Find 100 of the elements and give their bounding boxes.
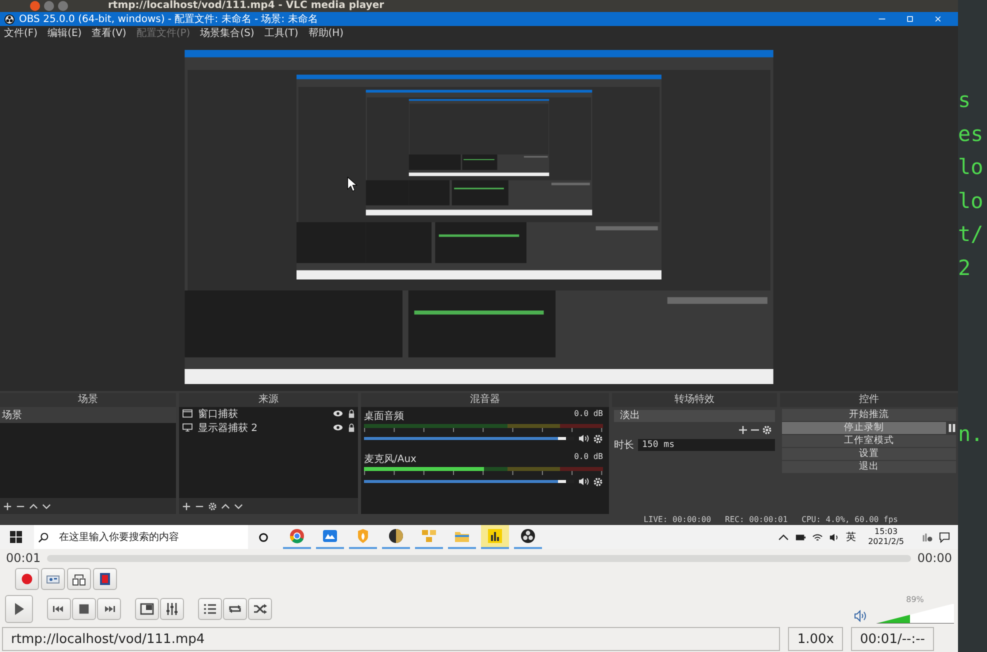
menu-item[interactable]: 帮助(H) bbox=[308, 26, 344, 40]
loop-button[interactable] bbox=[223, 598, 247, 620]
list-icon bbox=[203, 602, 217, 616]
menu-item[interactable]: 编辑(E) bbox=[48, 26, 82, 40]
obs-logo-icon bbox=[520, 528, 536, 544]
source-item[interactable]: 窗口捕获 bbox=[198, 406, 328, 421]
window-icon bbox=[182, 409, 193, 418]
control-button[interactable]: 停止录制 bbox=[782, 422, 946, 434]
add-icon[interactable] bbox=[3, 502, 12, 511]
settings-icon[interactable] bbox=[593, 434, 603, 444]
search-icon bbox=[38, 532, 49, 542]
down-icon[interactable] bbox=[234, 502, 243, 511]
control-button[interactable]: 开始推流 bbox=[782, 408, 956, 421]
volume-icon[interactable] bbox=[854, 610, 868, 622]
settings-icon[interactable] bbox=[593, 476, 603, 487]
control-button[interactable]: 工作室模式 bbox=[782, 434, 956, 447]
fullscreen-button[interactable] bbox=[135, 598, 159, 620]
frame-step-button[interactable] bbox=[93, 568, 117, 590]
shuffle-button[interactable] bbox=[248, 598, 272, 620]
dock-title: 场景 bbox=[0, 392, 176, 407]
media-url: rtmp://localhost/vod/111.mp4 bbox=[2, 627, 780, 651]
channel-name: 麦克风/Aux bbox=[364, 452, 416, 466]
clock-time[interactable]: 15:03 bbox=[874, 527, 898, 537]
playback-speed[interactable]: 1.00x bbox=[788, 627, 843, 651]
elapsed-time: 00:01 bbox=[6, 551, 41, 565]
ab-loop-button[interactable] bbox=[67, 568, 91, 590]
sliders-icon bbox=[165, 602, 179, 616]
menu-item[interactable]: 查看(V) bbox=[92, 26, 126, 40]
obs-window-title: OBS 25.0.0 (64-bit, windows) - 配置文件: 未命名 - 场景: 未命名 bbox=[19, 12, 319, 26]
playback-time: 00:01/--:-- bbox=[851, 627, 934, 651]
source-item[interactable]: 显示器捕获 2 bbox=[198, 420, 328, 435]
network-icon[interactable] bbox=[812, 532, 824, 542]
close-icon[interactable] bbox=[934, 15, 942, 23]
fullscreen-icon bbox=[140, 602, 154, 616]
settings-icon[interactable] bbox=[762, 424, 772, 435]
menu-item[interactable]: 工具(T) bbox=[264, 26, 298, 40]
shield-icon bbox=[355, 528, 371, 544]
stop-icon bbox=[77, 602, 91, 616]
channel-reading: 0.0 dB bbox=[574, 452, 603, 463]
meter-app-icon[interactable] bbox=[922, 532, 933, 542]
duration-label: 时长 bbox=[614, 438, 634, 452]
channel-name: 桌面音频 bbox=[364, 410, 404, 423]
terminal-line: n. bbox=[958, 422, 984, 446]
terminal-line: lo bbox=[958, 154, 984, 181]
control-button[interactable]: 退出 bbox=[782, 460, 956, 473]
half-circle-icon bbox=[388, 528, 404, 544]
search-input[interactable]: 在这里输入你要搜索的内容 bbox=[57, 530, 241, 544]
add-icon[interactable] bbox=[182, 502, 191, 511]
play-button[interactable] bbox=[5, 595, 33, 623]
loop-icon bbox=[228, 602, 242, 616]
eye-icon[interactable] bbox=[333, 410, 343, 418]
next-button[interactable] bbox=[97, 598, 121, 620]
settings-icon[interactable] bbox=[208, 502, 217, 511]
search-field[interactable]: 在这里输入你要搜索的内容 bbox=[34, 525, 248, 549]
lock-icon[interactable] bbox=[348, 409, 355, 418]
minimize-dot-icon[interactable] bbox=[44, 1, 54, 11]
record-icon bbox=[20, 572, 34, 586]
terminal-line: 2 bbox=[958, 254, 972, 282]
status-text: CPU: 4.0%, 60.00 fps bbox=[802, 515, 898, 524]
monitor-icon bbox=[182, 423, 193, 432]
dock-title: 转场特效 bbox=[612, 392, 777, 407]
speaker-icon[interactable] bbox=[578, 477, 589, 486]
lock-icon[interactable] bbox=[348, 423, 355, 432]
terminal-line: t/ bbox=[958, 221, 984, 248]
control-button[interactable]: 设置 bbox=[782, 448, 956, 460]
down-icon[interactable] bbox=[42, 502, 51, 511]
bar-chart-icon bbox=[487, 528, 503, 544]
film-frame-icon bbox=[98, 572, 112, 586]
dock-title: 混音器 bbox=[361, 392, 609, 407]
dock-title: 来源 bbox=[179, 392, 358, 407]
scene-item[interactable]: 场景 bbox=[0, 406, 176, 423]
up-icon[interactable] bbox=[29, 502, 38, 511]
close-dot-icon[interactable] bbox=[30, 1, 40, 11]
cortana-icon[interactable] bbox=[258, 532, 269, 542]
record-button[interactable] bbox=[15, 568, 39, 590]
obs-logo-icon bbox=[4, 14, 15, 24]
transition-select[interactable]: 淡出 bbox=[614, 410, 775, 422]
previous-button[interactable] bbox=[47, 598, 71, 620]
maximize-icon[interactable] bbox=[906, 15, 914, 23]
notification-icon[interactable] bbox=[939, 532, 950, 542]
terminal-line: es bbox=[958, 120, 984, 148]
windows-icon[interactable] bbox=[10, 531, 22, 543]
playlist-button[interactable] bbox=[198, 598, 222, 620]
pause-icon[interactable] bbox=[948, 422, 956, 433]
up-icon[interactable] bbox=[221, 502, 230, 511]
taskbar-app[interactable] bbox=[481, 525, 509, 549]
menu-item[interactable]: 文件(F) bbox=[4, 26, 38, 40]
equalizer-button[interactable] bbox=[160, 598, 184, 620]
speaker-icon[interactable] bbox=[578, 434, 589, 444]
maximize-dot-icon[interactable] bbox=[58, 1, 68, 11]
speaker-icon[interactable] bbox=[829, 532, 840, 542]
add-icon[interactable] bbox=[738, 424, 748, 435]
ab-loop-icon bbox=[72, 572, 86, 586]
eye-icon[interactable] bbox=[333, 424, 343, 432]
menu-item[interactable]: 场景集合(S) bbox=[200, 26, 254, 40]
duration-field[interactable]: 150 ms bbox=[638, 438, 775, 451]
terminal-line: lo bbox=[958, 188, 984, 214]
input-method[interactable]: 英 bbox=[846, 530, 856, 544]
clock-date[interactable]: 2021/2/5 bbox=[868, 537, 904, 547]
stop-button[interactable] bbox=[72, 598, 96, 620]
